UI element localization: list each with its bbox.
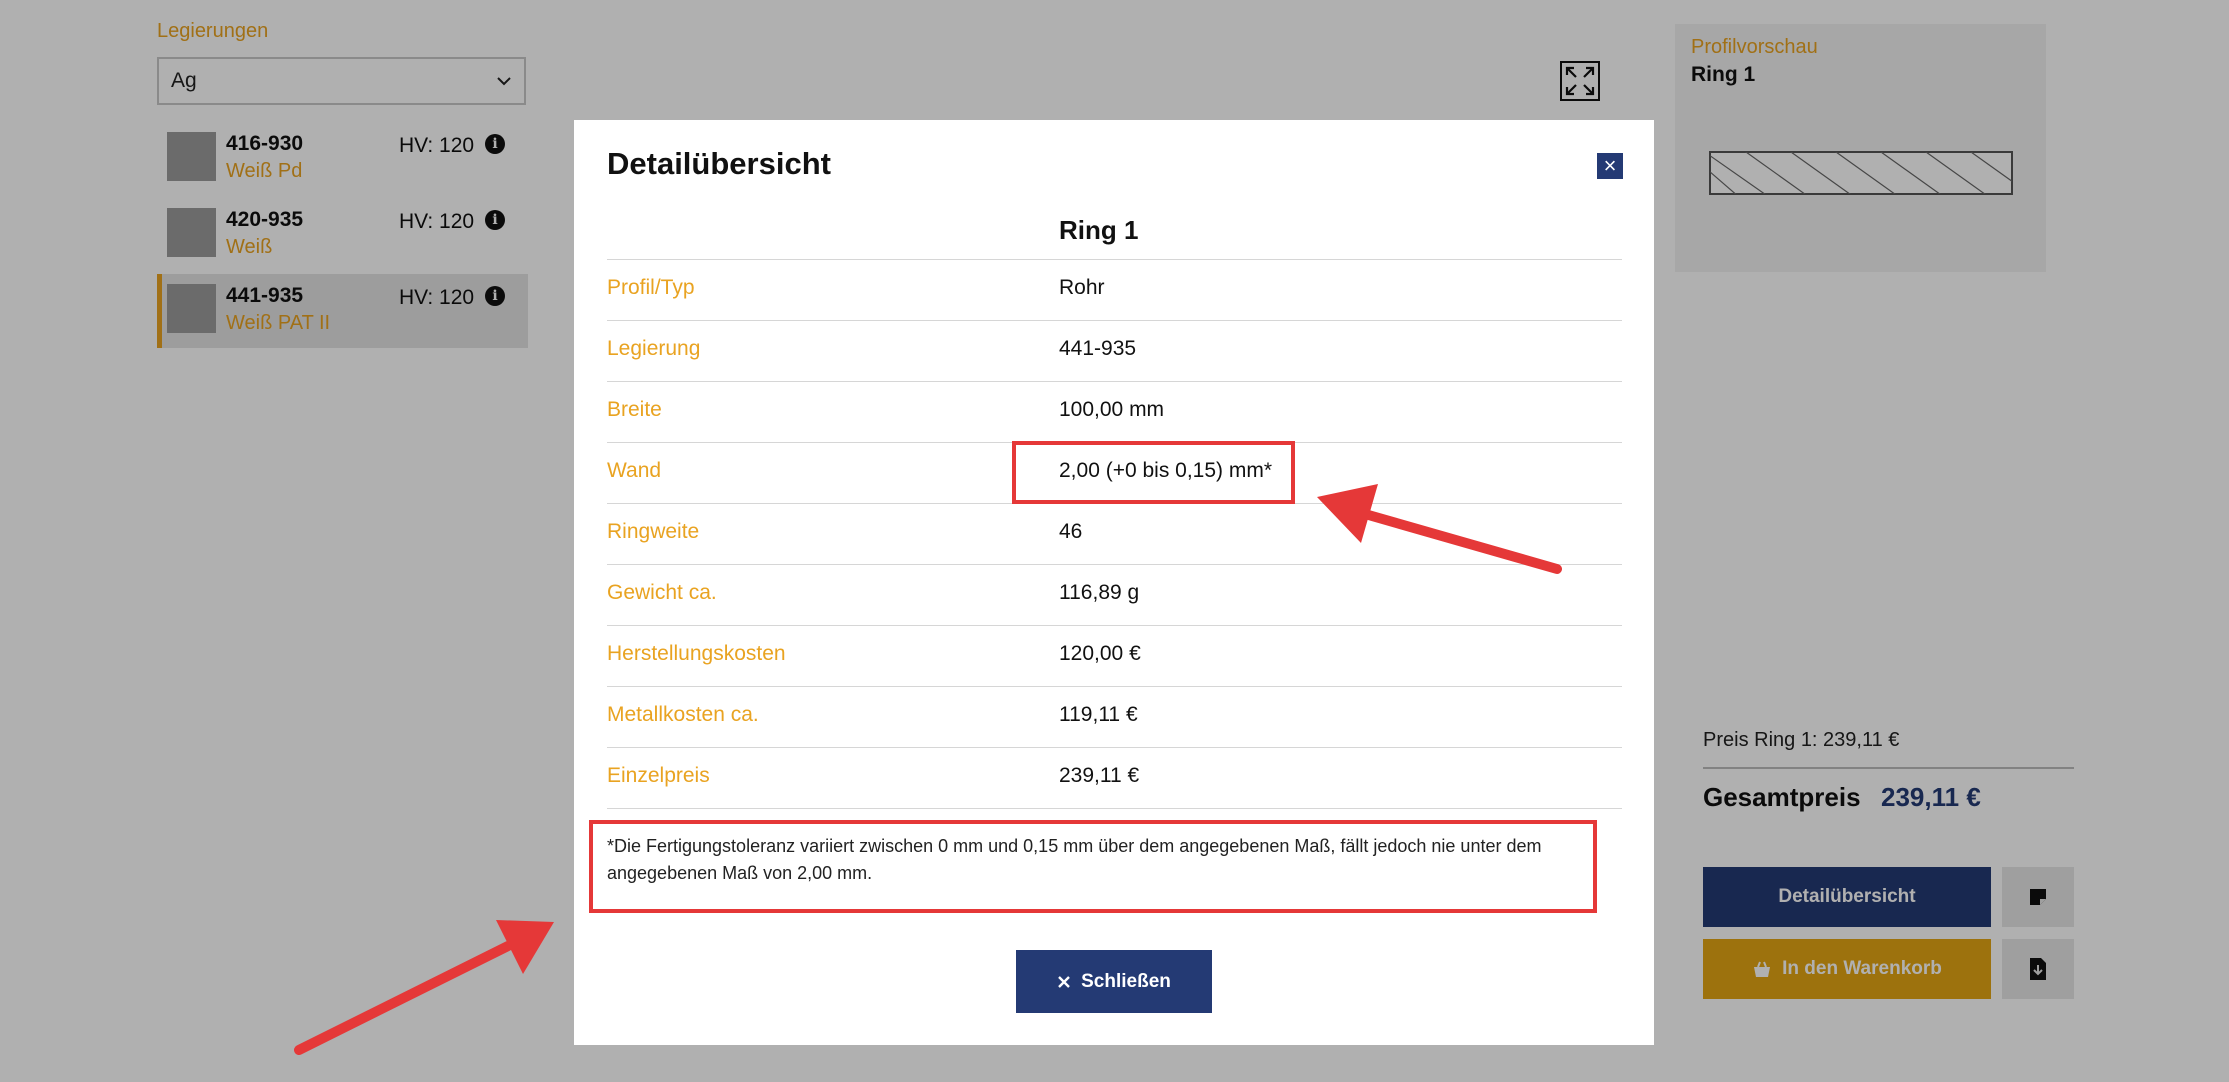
modal-title: Detailübersicht <box>607 146 831 181</box>
table-row: Gewicht ca. 116,89 g <box>607 565 1622 626</box>
row-key: Breite <box>607 398 662 421</box>
close-icon <box>1058 975 1070 988</box>
tolerance-footnote: *Die Fertigungstoleranz variiert zwische… <box>607 836 1542 883</box>
row-key: Gewicht ca. <box>607 581 717 604</box>
detail-table: Profil/Typ Rohr Legierung 441-935 Breite… <box>607 259 1622 809</box>
close-modal-button[interactable]: Schließen <box>1016 950 1212 1013</box>
table-row: Wand 2,00 (+0 bis 0,15) mm* <box>607 443 1622 504</box>
table-row: Einzelpreis 239,11 € <box>607 748 1622 809</box>
detail-overview-modal: Detailübersicht × Ring 1 Profil/Typ Rohr… <box>574 120 1654 1045</box>
row-key: Herstellungskosten <box>607 642 786 665</box>
table-row: Metallkosten ca. 119,11 € <box>607 687 1622 748</box>
modal-close-icon[interactable]: × <box>1597 153 1623 179</box>
row-value: 239,11 € <box>1059 764 1140 787</box>
row-value: 120,00 € <box>1059 642 1141 665</box>
row-key: Legierung <box>607 337 701 360</box>
table-row: Profil/Typ Rohr <box>607 260 1622 321</box>
table-row: Herstellungskosten 120,00 € <box>607 626 1622 687</box>
table-row: Legierung 441-935 <box>607 321 1622 382</box>
table-row: Breite 100,00 mm <box>607 382 1622 443</box>
row-value: 46 <box>1059 520 1083 543</box>
modal-column-heading: Ring 1 <box>1059 215 1139 245</box>
row-key: Einzelpreis <box>607 764 710 787</box>
close-modal-label: Schließen <box>1081 970 1171 992</box>
row-value: 100,00 mm <box>1059 398 1165 421</box>
row-value: 116,89 g <box>1059 581 1140 604</box>
row-value: 119,11 € <box>1059 703 1138 726</box>
row-value: 441-935 <box>1059 337 1137 360</box>
row-value: 2,00 (+0 bis 0,15) mm* <box>1059 459 1273 482</box>
row-key: Profil/Typ <box>607 276 695 299</box>
row-key: Metallkosten ca. <box>607 703 759 726</box>
row-value: Rohr <box>1059 276 1105 299</box>
row-key: Ringweite <box>607 520 700 543</box>
table-row: Ringweite 46 <box>607 504 1622 565</box>
row-key: Wand <box>607 459 662 482</box>
